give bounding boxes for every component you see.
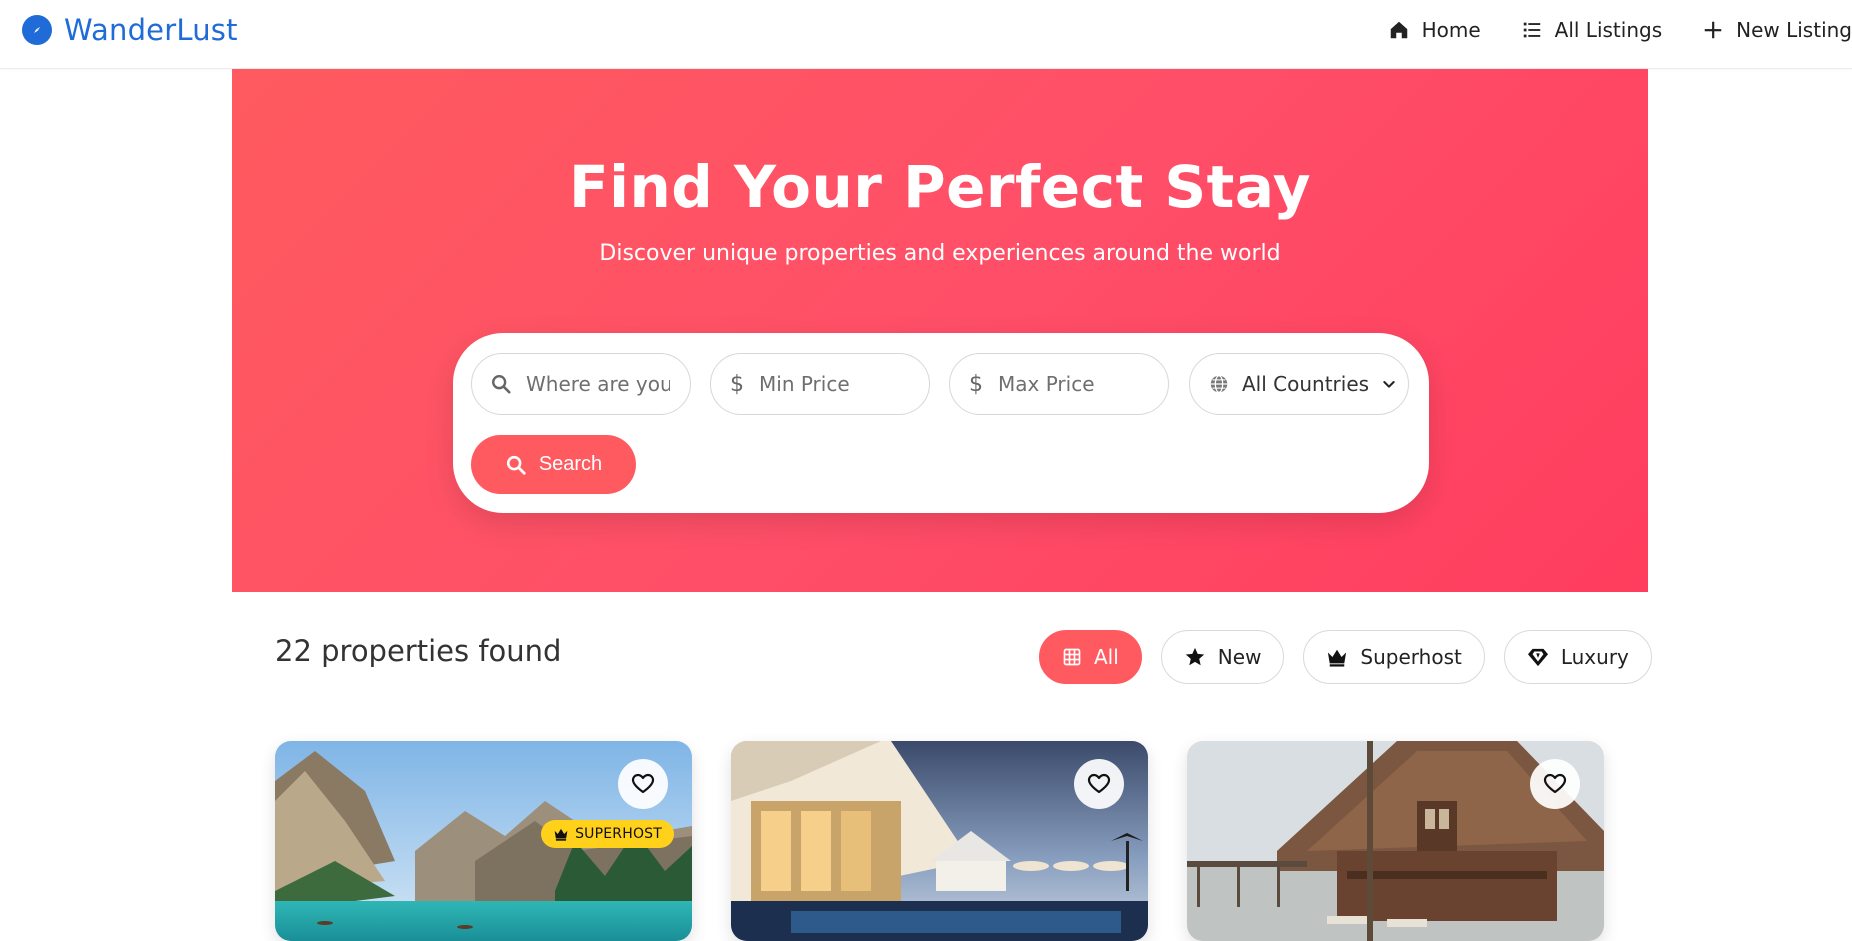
diamond-icon: [1527, 648, 1548, 667]
country-select-value: All Countries: [1242, 372, 1370, 396]
nav-all-listings[interactable]: All Listings: [1521, 18, 1662, 42]
location-field[interactable]: [471, 353, 691, 415]
list-icon: [1523, 22, 1540, 38]
location-input[interactable]: [524, 371, 672, 397]
crown-icon: [1328, 649, 1347, 667]
search-icon: [506, 455, 526, 475]
filter-all[interactable]: All: [1039, 630, 1142, 684]
favorite-button[interactable]: [1530, 759, 1580, 809]
max-price-field[interactable]: $: [949, 353, 1169, 415]
search-panel: $ $ All Countries: [453, 333, 1429, 513]
nav-all-listings-label: All Listings: [1554, 18, 1663, 42]
hero-banner: Find Your Perfect Stay Discover unique p…: [232, 69, 1648, 592]
listing-card[interactable]: [731, 741, 1148, 941]
filter-luxury-label: Luxury: [1560, 645, 1629, 669]
filter-new[interactable]: New: [1160, 630, 1285, 684]
svg-text:$: $: [730, 372, 744, 396]
filter-superhost-label: Superhost: [1360, 645, 1462, 669]
country-select[interactable]: All Countries: [1189, 353, 1409, 415]
brand-logo-link[interactable]: WanderLust: [22, 13, 238, 47]
search-button-label: Search: [538, 453, 603, 475]
top-navbar: WanderLust Home All Listings New Listing: [0, 0, 1852, 69]
max-price-input[interactable]: [996, 371, 1150, 397]
dollar-icon: $: [730, 372, 744, 396]
svg-text:$: $: [969, 372, 983, 396]
globe-icon: [1210, 375, 1228, 393]
badge-label: SUPERHOST: [575, 826, 662, 842]
compass-icon: [22, 15, 52, 45]
hero-title: Find Your Perfect Stay: [568, 153, 1312, 221]
chevron-down-icon: [1383, 381, 1395, 388]
listing-card[interactable]: [1187, 741, 1604, 941]
nav-new-listing[interactable]: New Listing: [1702, 18, 1852, 42]
brand-name: WanderLust: [64, 13, 238, 47]
min-price-field[interactable]: $: [710, 353, 930, 415]
crown-icon: [554, 828, 568, 841]
plus-icon: [1704, 21, 1722, 39]
filter-superhost[interactable]: Superhost: [1303, 630, 1485, 684]
nav-home[interactable]: Home: [1388, 18, 1481, 42]
filter-luxury[interactable]: Luxury: [1503, 630, 1652, 684]
min-price-input[interactable]: [757, 371, 911, 397]
hero-subtitle: Discover unique properties and experienc…: [599, 241, 1281, 266]
heart-icon: [631, 773, 655, 794]
listing-card[interactable]: SUPERHOST: [275, 741, 692, 941]
home-icon: [1390, 21, 1407, 39]
search-button[interactable]: Search: [471, 435, 636, 494]
heart-icon: [1543, 773, 1567, 794]
star-icon: [1185, 647, 1204, 666]
heart-icon: [1087, 773, 1111, 794]
nav-home-label: Home: [1421, 18, 1481, 42]
dollar-icon: $: [969, 372, 983, 396]
favorite-button[interactable]: [1074, 759, 1124, 809]
grid-icon: [1063, 648, 1081, 666]
favorite-button[interactable]: [618, 759, 668, 809]
filter-new-label: New: [1217, 645, 1262, 669]
nav-new-listing-label: New Listing: [1736, 18, 1852, 42]
superhost-badge: SUPERHOST: [541, 820, 674, 848]
search-icon: [492, 375, 511, 394]
nav-links: Home All Listings New Listing: [1348, 14, 1852, 46]
filter-all-label: All: [1094, 645, 1119, 669]
filter-chips: All New Superhost Luxury: [1039, 630, 1652, 684]
results-count: 22 properties found: [275, 634, 562, 668]
